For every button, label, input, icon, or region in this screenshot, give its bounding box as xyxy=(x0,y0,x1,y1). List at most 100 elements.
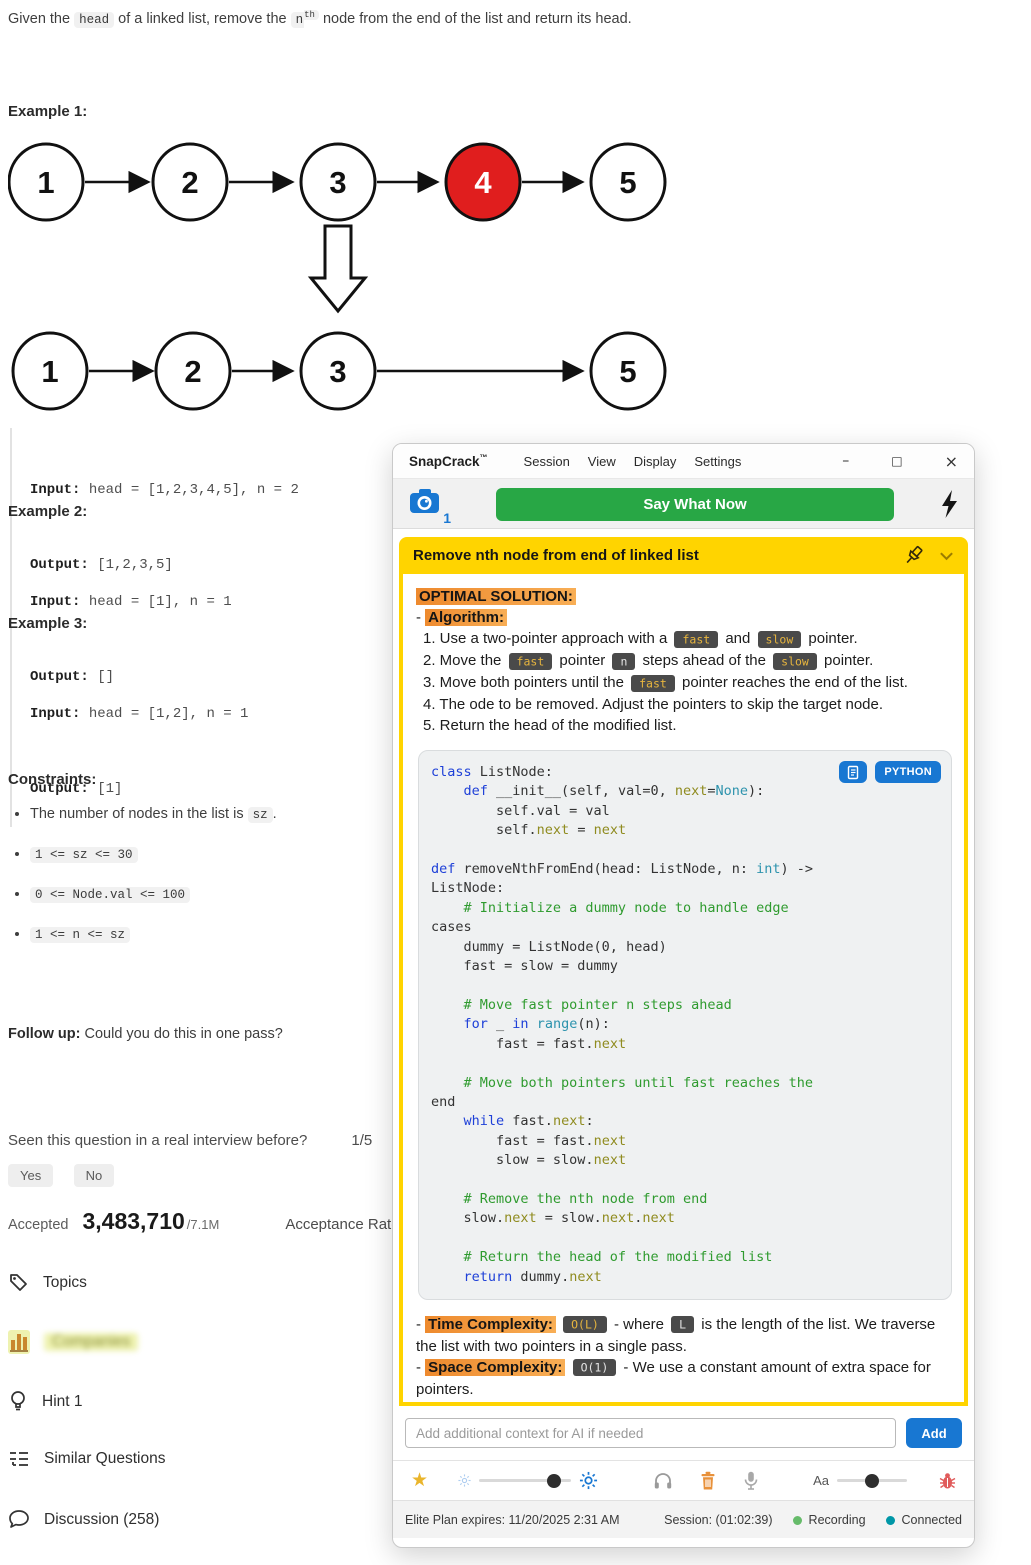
window-titlebar: SnapCrack™ Session View Display Settings… xyxy=(393,444,974,479)
solution-text: OPTIMAL SOLUTION: - Algorithm: 1. Use a … xyxy=(416,586,954,736)
accepted-total: /7.1M xyxy=(187,1217,220,1232)
topics-label: Topics xyxy=(43,1274,87,1292)
algorithm-step: 2. Move the fast pointer n steps ahead o… xyxy=(423,650,954,672)
solution-panel-body: OPTIMAL SOLUTION: - Algorithm: 1. Use a … xyxy=(399,574,968,1406)
algorithm-step: 3. Move both pointers until the fast poi… xyxy=(423,672,954,694)
opacity-slider-knob[interactable] xyxy=(547,1474,561,1488)
similar-questions-row[interactable]: Similar Questions xyxy=(8,1449,165,1469)
chevron-down-icon[interactable] xyxy=(939,550,954,562)
linked-list-diagram: 1 2 3 4 5 1 2 3 5 xyxy=(8,128,688,420)
topics-row[interactable]: Topics xyxy=(8,1272,87,1293)
space-complexity: - Space Complexity: O(1) - We use a cons… xyxy=(416,1357,954,1400)
app-title: SnapCrack™ xyxy=(409,453,488,469)
node-value: 1 xyxy=(37,165,54,200)
discussion-row[interactable]: Discussion (258) xyxy=(8,1509,159,1530)
similar-questions-icon xyxy=(8,1449,30,1469)
screenshot-count: 1 xyxy=(443,510,451,526)
followup: Follow up: Could you do this in one pass… xyxy=(8,1026,283,1042)
constraints-title: Constraints: xyxy=(8,771,96,788)
menu-session[interactable]: Session xyxy=(524,454,570,469)
input-label: Input: xyxy=(30,594,80,610)
sun-small-icon xyxy=(458,1474,471,1487)
node-value: 2 xyxy=(181,165,198,200)
camera-icon xyxy=(409,488,440,515)
example1-title: Example 1: xyxy=(8,103,87,120)
lightning-bolt-icon[interactable] xyxy=(940,490,958,518)
headphones-icon[interactable] xyxy=(653,1471,673,1490)
add-context-button[interactable]: Add xyxy=(906,1418,962,1448)
companies-label: Companies xyxy=(44,1333,138,1351)
example3-title: Example 3: xyxy=(8,615,87,632)
example3-io: Input: head = [1,2], n = 1 Output: [1] xyxy=(10,652,248,827)
down-arrow xyxy=(311,226,365,311)
opacity-slider[interactable] xyxy=(479,1479,571,1482)
menu-view[interactable]: View xyxy=(588,454,616,469)
font-size-slider[interactable] xyxy=(837,1479,907,1482)
time-complexity: - Time Complexity: O(L) - where L is the… xyxy=(416,1314,954,1357)
bottom-toolbar: ★ Aa xyxy=(393,1460,974,1500)
survey-question: Seen this question in a real interview b… xyxy=(8,1132,372,1149)
font-size-slider-knob[interactable] xyxy=(865,1474,879,1488)
algorithm-step: 5. Return the head of the modified list. xyxy=(423,715,954,736)
algorithm-step: 4. The ode to be removed. Adjust the poi… xyxy=(423,694,954,715)
bug-icon[interactable] xyxy=(939,1472,956,1490)
menu-display[interactable]: Display xyxy=(634,454,677,469)
input-label: Input: xyxy=(30,706,80,722)
favorite-star-icon[interactable]: ★ xyxy=(411,1471,428,1490)
connected-dot xyxy=(886,1516,895,1525)
opacity-slider-group xyxy=(458,1471,598,1490)
accepted-label: Accepted xyxy=(8,1217,68,1233)
constraint-item: 0 <= Node.val <= 100 xyxy=(30,886,277,907)
node-value: 3 xyxy=(329,165,346,200)
problem-description: Given the head of a linked list, remove … xyxy=(8,10,788,27)
acceptance-rate-label: Acceptance Rate xyxy=(285,1216,399,1233)
yes-button[interactable]: Yes xyxy=(8,1164,53,1187)
solution-panel-header[interactable]: Remove nth node from end of linked list xyxy=(399,537,968,574)
font-size-slider-group: Aa xyxy=(813,1473,907,1488)
screenshot-camera-button[interactable]: 1 xyxy=(409,488,443,520)
context-input[interactable] xyxy=(405,1418,896,1448)
accepted-value: 3,483,710 xyxy=(82,1208,184,1235)
node-value: 5 xyxy=(619,354,636,389)
session-timer: Session: (01:02:39) xyxy=(664,1513,772,1527)
node-value: 4 xyxy=(474,165,492,200)
microphone-icon[interactable] xyxy=(743,1471,759,1491)
menu-settings[interactable]: Settings xyxy=(694,454,741,469)
similar-questions-label: Similar Questions xyxy=(44,1450,165,1468)
tag-icon xyxy=(8,1272,29,1293)
discussion-bubble-icon xyxy=(8,1509,30,1530)
node-value: 1 xyxy=(41,354,58,389)
code-lines: class ListNode: def __init__(self, val=0… xyxy=(431,763,939,1287)
solution-panel: Remove nth node from end of linked list … xyxy=(399,537,968,1406)
lightbulb-icon xyxy=(8,1390,28,1414)
pin-icon[interactable] xyxy=(902,544,925,567)
hint-label: Hint 1 xyxy=(42,1393,83,1411)
input-value: head = [1,2,3,4,5], n = 2 xyxy=(80,482,298,498)
minimize-button[interactable]: – xyxy=(842,453,849,469)
trademark: ™ xyxy=(480,453,488,462)
code-block: PYTHON class ListNode: def __init__(self… xyxy=(418,750,952,1300)
node-value: 3 xyxy=(329,354,346,389)
algorithm-steps: 1. Use a two-pointer approach with a fas… xyxy=(423,628,954,736)
constraints-list: The number of nodes in the list is sz. 1… xyxy=(12,806,277,966)
survey-text: Seen this question in a real interview b… xyxy=(8,1132,307,1149)
close-button[interactable]: × xyxy=(945,452,958,471)
complexity-section: - Time Complexity: O(L) - where L is the… xyxy=(416,1314,954,1400)
language-badge: PYTHON xyxy=(875,761,941,783)
companies-row[interactable]: Companies xyxy=(8,1330,138,1354)
copy-code-button[interactable] xyxy=(839,761,867,783)
clipboard-icon xyxy=(846,765,860,780)
companies-chart-icon xyxy=(8,1330,30,1354)
status-bar: Elite Plan expires: 11/20/2025 2:31 AM S… xyxy=(393,1500,974,1538)
say-what-now-button[interactable]: Say What Now xyxy=(496,488,894,521)
hint-row[interactable]: Hint 1 xyxy=(8,1390,83,1414)
action-bar: 1 Say What Now xyxy=(393,479,974,529)
algorithm-step: 1. Use a two-pointer approach with a fas… xyxy=(423,628,954,650)
no-button[interactable]: No xyxy=(74,1164,115,1187)
sun-large-icon[interactable] xyxy=(579,1471,598,1490)
maximize-button[interactable]: □ xyxy=(891,454,902,468)
algorithm-heading: - Algorithm: xyxy=(416,607,954,628)
trash-icon[interactable] xyxy=(699,1471,717,1491)
plan-expiry: Elite Plan expires: 11/20/2025 2:31 AM xyxy=(405,1513,620,1527)
context-input-row: Add xyxy=(393,1406,974,1460)
